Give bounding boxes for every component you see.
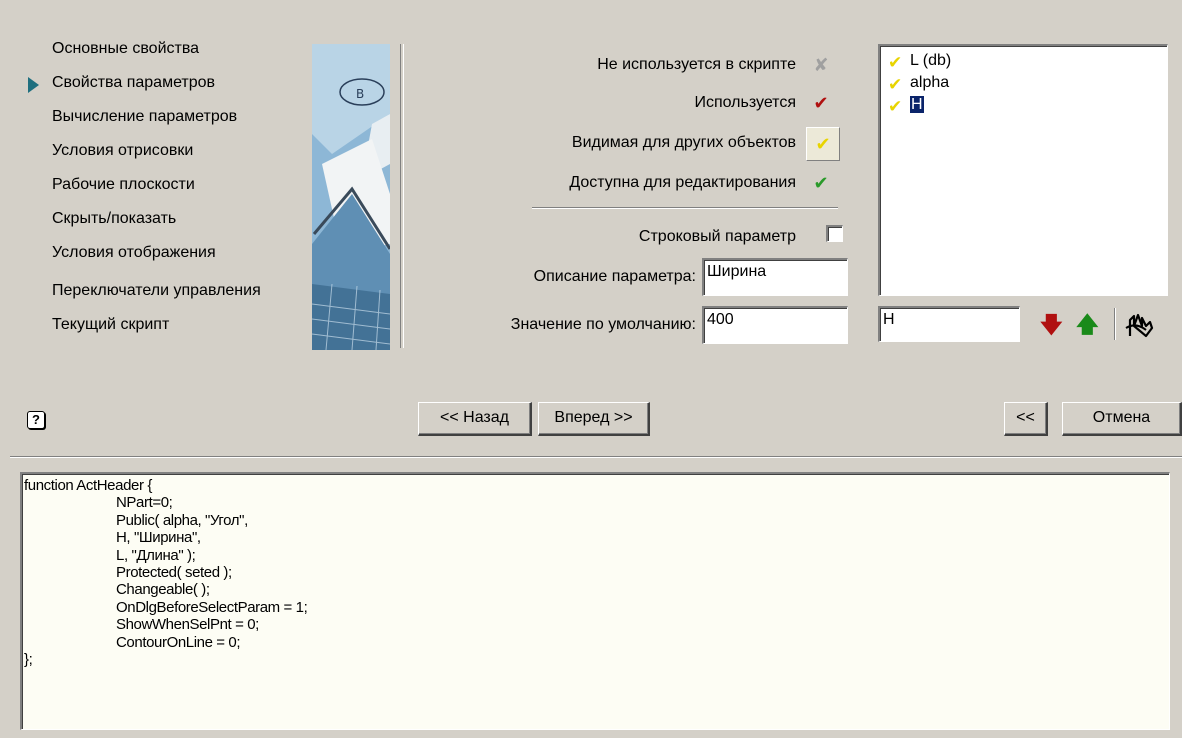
code-line: ContourOnLine = 0;	[116, 633, 241, 651]
string-param-label: Строковый параметр	[638, 228, 796, 245]
code-line: ShowWhenSelPnt = 0;	[116, 616, 259, 634]
list-item-selected[interactable]: ✔ H	[880, 94, 1167, 116]
code-line: L, "Длина" );	[116, 546, 196, 564]
visible-check-icon[interactable]: ✔	[806, 127, 840, 161]
used-check-icon[interactable]: ✔	[808, 90, 834, 116]
string-param-checkbox[interactable]	[826, 225, 843, 242]
nav-item-basic[interactable]: Основные свойства	[26, 36, 306, 70]
default-value-input[interactable]: 400	[702, 306, 848, 344]
code-line: H, "Ширина",	[116, 529, 201, 547]
description-label: Описание параметра:	[533, 268, 696, 285]
vertical-divider	[400, 44, 404, 348]
script-editor[interactable]: function ActHeader { NPart=0; Public( al…	[20, 472, 1170, 730]
nav-item-label: Условия отрисовки	[52, 142, 194, 159]
cancel-button[interactable]: Отмена	[1062, 402, 1182, 436]
visible-check-icon: ✔	[888, 53, 903, 72]
param-name: L (db)	[910, 52, 952, 69]
visible-check-icon: ✔	[888, 75, 903, 94]
list-item[interactable]: ✔ alpha	[880, 72, 1167, 94]
nav-item-work-planes[interactable]: Рабочие плоскости	[26, 172, 306, 206]
code-line: function ActHeader {	[24, 477, 152, 494]
param-name: alpha	[910, 74, 950, 91]
wizard-nav: Основные свойства Свойства параметров Вы…	[26, 36, 306, 346]
back-button[interactable]: << Назад	[418, 402, 532, 436]
code-line: OnDlgBeforeSelectParam = 1;	[116, 598, 308, 616]
description-input[interactable]: Ширина	[702, 258, 848, 296]
nav-item-label: Скрыть/показать	[52, 210, 177, 227]
hand-tool-icon[interactable]	[1124, 312, 1158, 340]
main-separator	[10, 456, 1182, 458]
default-value-label: Значение по умолчанию:	[510, 316, 696, 333]
nav-item-label: Основные свойства	[52, 40, 200, 57]
nav-item-hide-show[interactable]: Скрыть/показать	[26, 206, 306, 240]
visible-check-icon: ✔	[888, 97, 903, 116]
list-item[interactable]: ✔ L (db)	[880, 50, 1167, 72]
help-icon[interactable]: ?	[27, 411, 45, 429]
nav-item-current-script[interactable]: Текущий скрипт	[26, 312, 306, 346]
next-button[interactable]: Вперед >>	[538, 402, 650, 436]
param-name-input[interactable]: H	[878, 306, 1020, 342]
nav-item-control-switches[interactable]: Переключатели управления	[26, 278, 306, 312]
visible-label: Видимая для других объектов	[571, 134, 796, 151]
properties-separator	[532, 207, 838, 209]
parameter-list[interactable]: ✔ L (db) ✔ alpha ✔ H	[878, 44, 1168, 296]
editable-label: Доступна для редактирования	[569, 174, 796, 191]
move-up-arrow-icon[interactable]: 🡅	[1076, 314, 1099, 336]
not-used-label: Не используется в скрипте	[597, 56, 796, 73]
nav-item-label: Текущий скрипт	[52, 316, 170, 333]
used-label: Используется	[694, 94, 796, 111]
current-step-arrow-icon	[28, 77, 39, 93]
code-line: Public( alpha, "Угол",	[116, 511, 248, 529]
editable-check-icon[interactable]: ✔	[808, 170, 834, 196]
code-line: Changeable( );	[116, 581, 210, 599]
not-used-icon[interactable]: ✘	[808, 52, 834, 78]
nav-item-label: Свойства параметров	[52, 74, 216, 91]
nav-item-label: Переключатели управления	[52, 282, 261, 299]
move-down-arrow-icon[interactable]: 🡇	[1040, 314, 1063, 336]
code-line: Protected( seted );	[116, 564, 232, 582]
nav-item-label: Рабочие плоскости	[52, 176, 195, 193]
toolbar-separator	[1114, 308, 1116, 340]
nav-item-label: Условия отображения	[52, 244, 216, 261]
svg-text:B: B	[356, 87, 364, 101]
nav-item-label: Вычисление параметров	[52, 108, 238, 125]
code-line: NPart=0;	[116, 494, 173, 512]
wizard-side-image: B	[312, 44, 390, 350]
nav-item-param-calc[interactable]: Вычисление параметров	[26, 104, 306, 138]
nav-item-param-properties[interactable]: Свойства параметров	[26, 70, 306, 104]
code-line: };	[24, 651, 33, 669]
nav-item-draw-conditions[interactable]: Условия отрисовки	[26, 138, 306, 172]
collapse-button[interactable]: <<	[1004, 402, 1048, 436]
param-name: H	[909, 95, 925, 114]
nav-item-display-conditions[interactable]: Условия отображения	[26, 240, 306, 278]
